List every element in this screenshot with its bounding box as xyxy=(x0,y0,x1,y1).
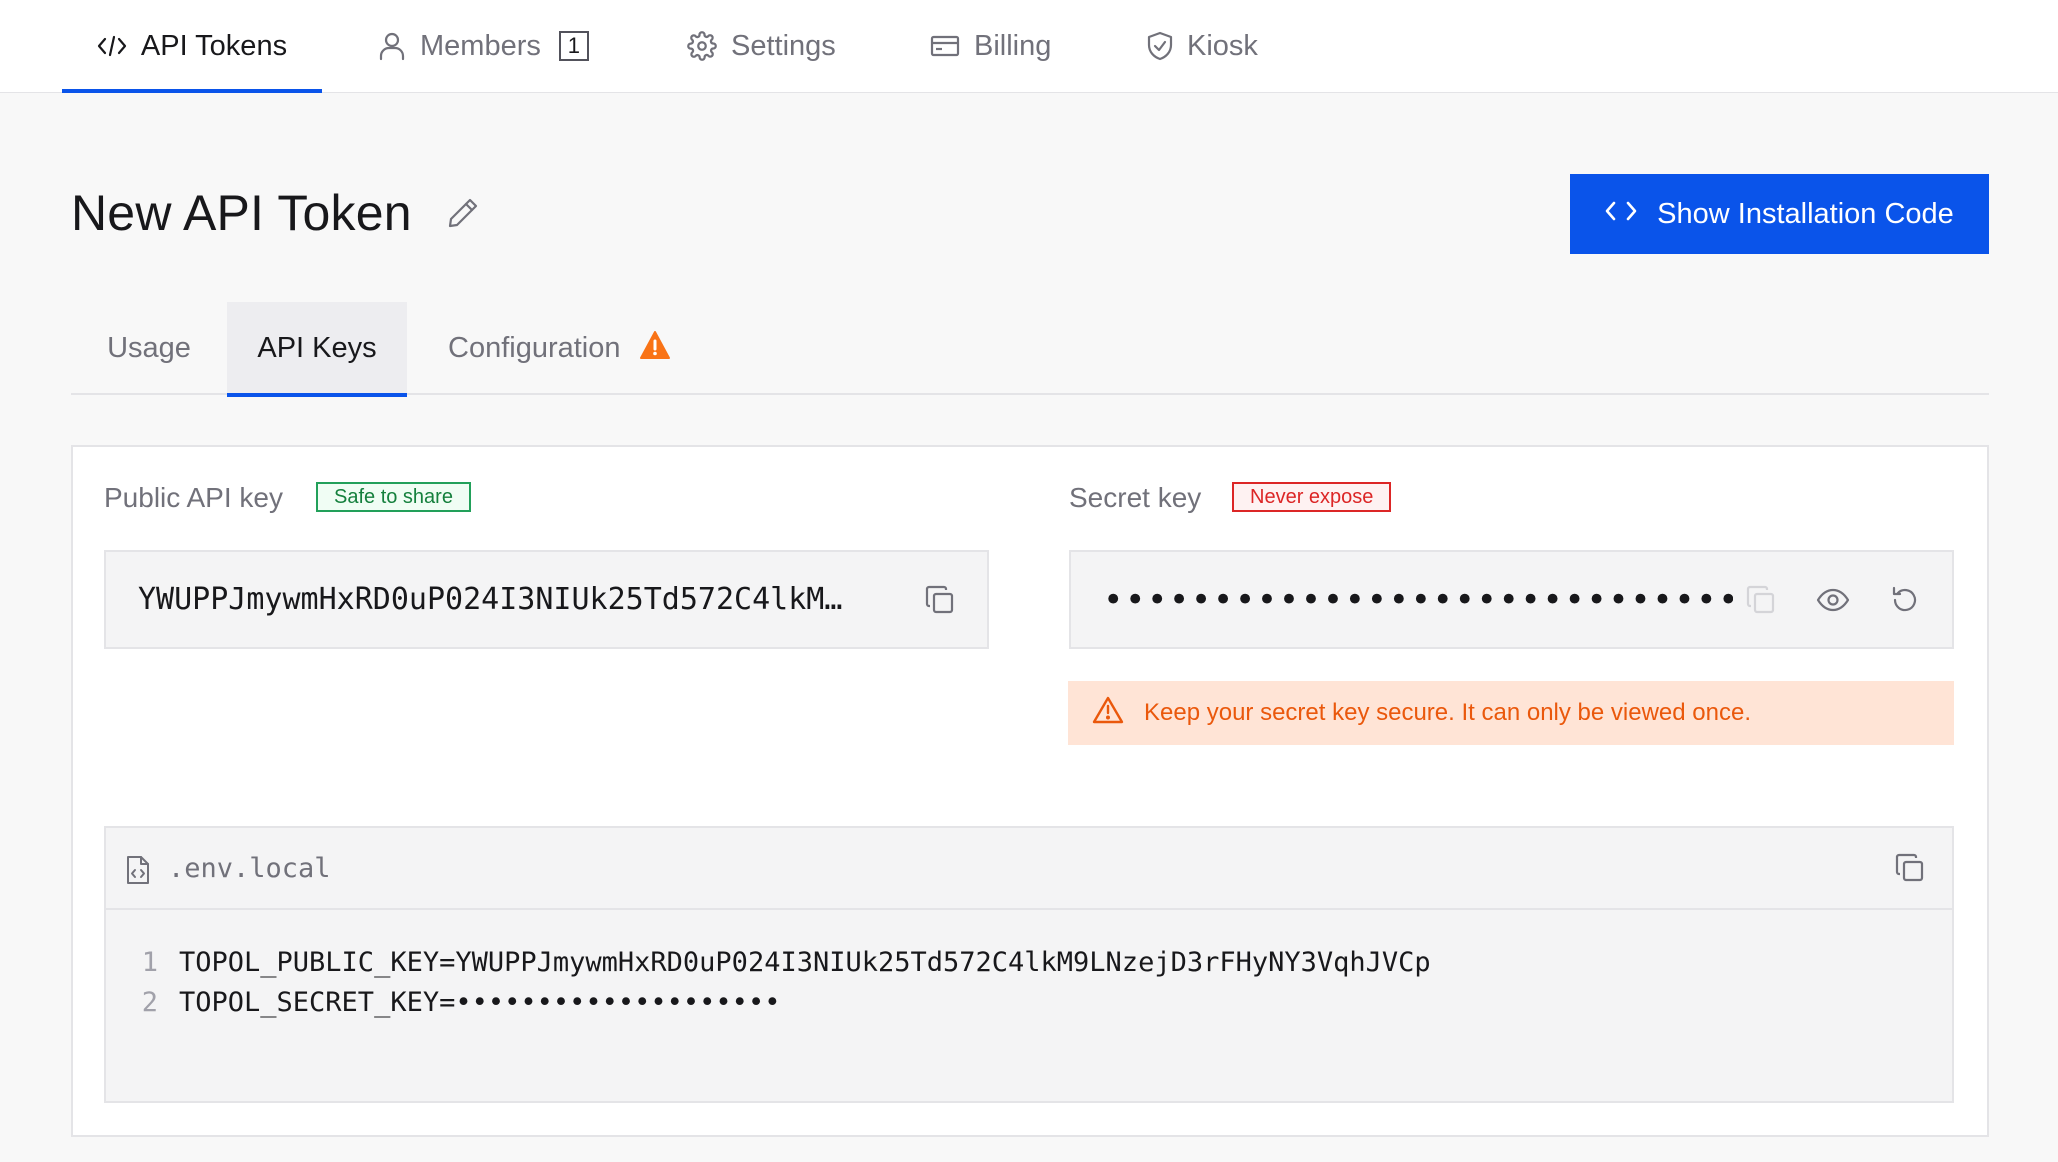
tab-usage[interactable]: Usage xyxy=(71,302,227,395)
members-count-badge: 1 xyxy=(558,31,589,61)
code-line: 2 TOPOL_SECRET_KEY=•••••••••••••••••••• xyxy=(106,982,781,1022)
tab-api-keys[interactable]: API Keys xyxy=(227,302,407,397)
credit-card-icon xyxy=(930,34,960,58)
nav-tab-label: Kiosk xyxy=(1187,29,1258,62)
tab-label: Usage xyxy=(107,332,191,364)
public-key-label: Public API key xyxy=(104,482,283,513)
code-line: 1 TOPOL_PUBLIC_KEY=YWUPPJmywmHxRD0uP024I… xyxy=(106,942,1431,982)
nav-tab-api-tokens[interactable]: API Tokens xyxy=(62,0,322,93)
token-subtabs: Usage API Keys Configuration xyxy=(71,302,1989,397)
secret-key-warning-banner: Keep your secret key secure. It can only… xyxy=(1068,681,1954,745)
nav-tab-members[interactable]: Members 1 xyxy=(378,0,589,92)
nav-tab-label: Members xyxy=(420,29,541,62)
code-text: TOPOL_PUBLIC_KEY=YWUPPJmywmHxRD0uP024I3N… xyxy=(179,946,1431,978)
copy-icon[interactable] xyxy=(1745,584,1777,621)
page-title: New API Token xyxy=(71,185,412,241)
shield-icon xyxy=(1147,31,1173,61)
warning-triangle-icon xyxy=(639,330,671,368)
file-code-icon xyxy=(125,854,151,891)
secret-key-label: Secret key xyxy=(1069,482,1202,513)
copy-icon[interactable] xyxy=(924,584,956,621)
pencil-icon[interactable] xyxy=(446,196,480,235)
tab-label: API Keys xyxy=(257,332,377,364)
nav-tab-label: API Tokens xyxy=(140,29,288,62)
code-block-header: .env.local xyxy=(106,828,1952,910)
warning-text: Keep your secret key secure. It can only… xyxy=(1144,699,1751,726)
eye-icon[interactable] xyxy=(1816,584,1850,621)
code-text: TOPOL_SECRET_KEY=•••••••••••••••••••• xyxy=(179,986,781,1018)
install-button-label: Show Installation Code xyxy=(1657,197,1954,230)
nav-tab-label: Settings xyxy=(731,29,836,62)
nav-tab-kiosk[interactable]: Kiosk xyxy=(1147,0,1258,92)
safe-to-share-badge: Safe to share xyxy=(316,482,471,512)
env-filename: .env.local xyxy=(168,852,331,884)
nav-tab-label: Billing xyxy=(974,29,1052,62)
never-expose-badge: Never expose xyxy=(1232,482,1392,512)
nav-tab-billing[interactable]: Billing xyxy=(930,0,1051,92)
line-number: 2 xyxy=(141,986,158,1018)
secret-key-field[interactable]: ••••••••••••••••••••••••••••••••… xyxy=(1069,550,1954,649)
tab-configuration[interactable]: Configuration xyxy=(448,302,671,395)
public-key-field[interactable]: YWUPPJmywmHxRD0uP024I3NIUk25Td572C4lkM… xyxy=(104,550,989,649)
env-file-code-block: .env.local 1 TOPOL_PUBLIC_KEY=YWUPPJmywm… xyxy=(104,826,1954,1103)
copy-icon[interactable] xyxy=(1894,852,1926,889)
warning-triangle-icon xyxy=(1092,695,1124,732)
secret-key-value: ••••••••••••••••••••••••••••••••… xyxy=(1103,579,1733,620)
public-key-value: YWUPPJmywmHxRD0uP024I3NIUk25Td572C4lkM… xyxy=(138,582,843,617)
show-installation-code-button[interactable]: Show Installation Code xyxy=(1570,174,1989,254)
tab-label: Configuration xyxy=(448,332,621,364)
gear-icon xyxy=(687,31,717,61)
code-brackets-icon xyxy=(1605,198,1637,231)
regenerate-icon[interactable] xyxy=(1889,584,1921,621)
top-navigation: API Tokens Members 1 Settings Billing Ki… xyxy=(0,0,2058,93)
code-icon xyxy=(97,35,127,57)
line-number: 1 xyxy=(141,946,158,978)
user-icon xyxy=(378,31,406,61)
nav-tab-settings[interactable]: Settings xyxy=(687,0,836,92)
